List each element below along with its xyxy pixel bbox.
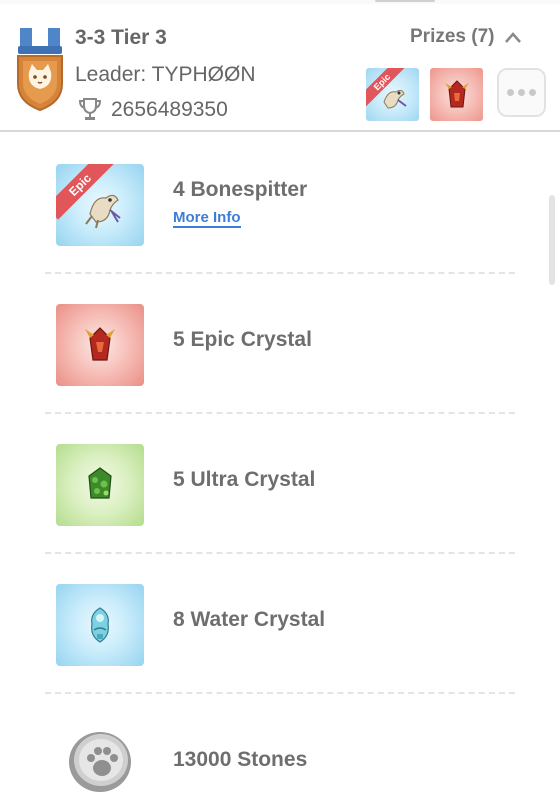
chevron-up-icon xyxy=(505,32,522,43)
epic-crystal-icon xyxy=(85,327,115,361)
prize-name: 8 Water Crystal xyxy=(173,608,326,631)
ultra-crystal-icon xyxy=(88,467,112,499)
prize-name: 13000 Stones xyxy=(173,748,308,771)
more-prizes-button[interactable] xyxy=(497,68,546,117)
dot xyxy=(507,89,514,96)
dot xyxy=(529,89,536,96)
epic-crystal-icon xyxy=(445,80,469,108)
prize-thumb-bonespitter[interactable]: Epic xyxy=(366,68,419,121)
more-info-link[interactable]: More Info xyxy=(173,209,241,228)
grabber xyxy=(375,0,435,2)
prize-name: 5 Epic Crystal xyxy=(173,328,312,351)
prize-tile[interactable] xyxy=(56,304,144,386)
medal-cat-icon xyxy=(17,28,63,112)
stones-paw-icon[interactable] xyxy=(67,728,133,794)
prize-thumb-epic-crystal[interactable] xyxy=(430,68,483,121)
prizes-label: Prizes (7) xyxy=(410,26,495,47)
prizes-toggle[interactable]: Prizes (7) xyxy=(410,26,522,48)
prize-name: 4 Bonespitter xyxy=(173,178,308,201)
bonespitter-dragon-icon xyxy=(383,89,407,109)
trophy-count: 2656489350 xyxy=(111,98,228,121)
prize-tile[interactable] xyxy=(56,444,144,526)
water-crystal-icon xyxy=(91,607,109,643)
scrollbar[interactable] xyxy=(549,195,555,285)
prize-row-4: 8 Water Crystal xyxy=(0,552,560,692)
prize-tile[interactable] xyxy=(56,584,144,666)
prize-row-2: 5 Epic Crystal xyxy=(0,272,560,412)
tier-title: 3-3 Tier 3 xyxy=(75,26,167,49)
prize-row-3: 5 Ultra Crystal xyxy=(0,412,560,552)
trophy-icon xyxy=(78,98,102,120)
prize-row-1: Epic 4 Bonespitter More Info xyxy=(0,132,560,272)
leader-name: Leader: TYPHØØN xyxy=(75,63,256,86)
prize-name: 5 Ultra Crystal xyxy=(173,468,316,491)
prize-tile[interactable]: Epic xyxy=(56,164,144,246)
bonespitter-dragon-icon xyxy=(85,194,121,229)
dot xyxy=(518,89,525,96)
tier-header: 3-3 Tier 3 Leader: TYPHØØN 2656489350 Pr… xyxy=(0,4,560,130)
